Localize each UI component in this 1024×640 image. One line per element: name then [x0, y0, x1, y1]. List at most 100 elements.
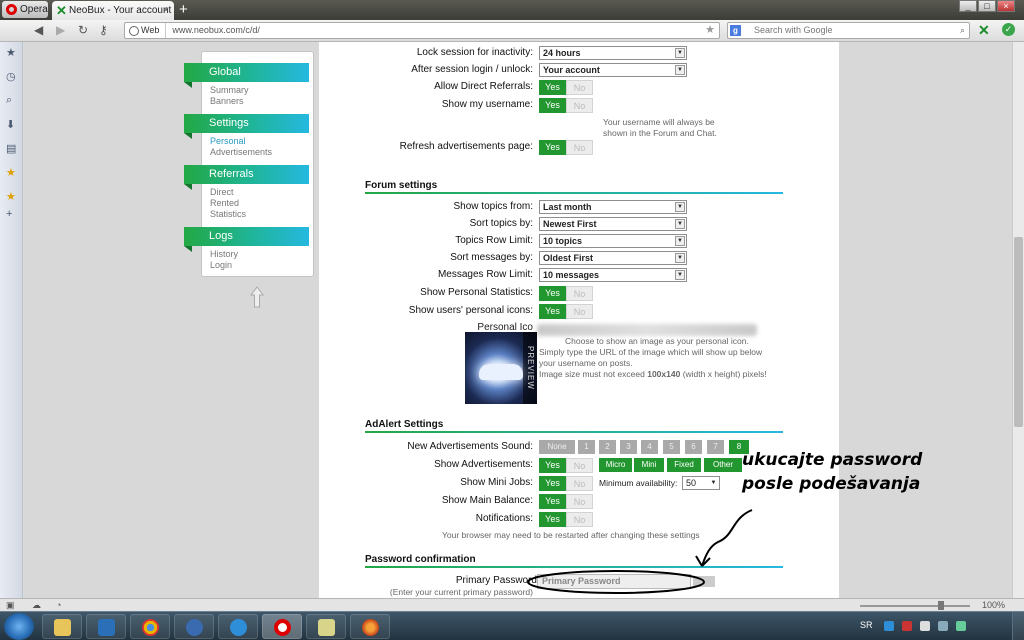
yes-option[interactable]: Yes: [539, 140, 566, 155]
menu-head-global[interactable]: Global: [184, 63, 309, 88]
menu-item-banners[interactable]: Banners: [210, 96, 244, 106]
web-badge[interactable]: Web: [125, 23, 167, 38]
history-clock-icon[interactable]: ◷: [6, 70, 16, 83]
sound-option-1[interactable]: 1: [578, 440, 595, 454]
zoom-slider[interactable]: [860, 605, 970, 607]
sound-option-none[interactable]: None: [539, 440, 575, 454]
bookmarks-star-icon[interactable]: ★: [6, 46, 16, 59]
url-text[interactable]: www.neobux.com/c/d/: [166, 25, 260, 35]
sound-option-5[interactable]: 5: [663, 440, 680, 454]
favorite-star-2-icon[interactable]: ★: [6, 190, 16, 203]
zoom-knob[interactable]: [938, 601, 944, 610]
check-extension-icon[interactable]: ✓: [1002, 23, 1015, 36]
taskbar-chrome[interactable]: [130, 614, 170, 639]
messages-limit-select[interactable]: 10 messages ▼: [539, 268, 687, 282]
tray-volume-icon[interactable]: [920, 621, 930, 631]
ad-type-fixed[interactable]: Fixed: [667, 458, 701, 472]
start-button[interactable]: [4, 613, 34, 640]
tray-flag-icon[interactable]: [938, 621, 948, 631]
lock-session-select[interactable]: 24 hours ▼: [539, 46, 687, 60]
taskbar-firefox-dev[interactable]: [174, 614, 214, 639]
back-icon[interactable]: ◀: [34, 23, 43, 37]
reload-icon[interactable]: ↻: [78, 23, 88, 37]
minimize-button[interactable]: _: [959, 0, 977, 12]
menu-item-advertisements[interactable]: Advertisements: [210, 147, 272, 157]
tab-neobux[interactable]: ✕ NeoBux - Your account ×: [52, 1, 174, 20]
scrollbar-thumb[interactable]: [1014, 237, 1023, 427]
close-window-button[interactable]: ×: [997, 0, 1015, 12]
forward-icon[interactable]: ▶: [56, 23, 65, 37]
no-option[interactable]: No: [566, 458, 593, 473]
menu-item-login[interactable]: Login: [210, 260, 232, 270]
yes-option[interactable]: Yes: [539, 304, 566, 319]
favorite-star-icon[interactable]: ★: [6, 166, 16, 179]
neobux-extension-icon[interactable]: ✕: [978, 22, 990, 39]
yes-option[interactable]: Yes: [539, 98, 566, 113]
show-ads-toggle[interactable]: Yes No: [539, 458, 595, 473]
scroll-up-arrow-icon[interactable]: [250, 286, 264, 308]
menu-head-logs[interactable]: Logs: [184, 227, 309, 252]
sound-option-6[interactable]: 6: [685, 440, 702, 454]
sound-option-4[interactable]: 4: [641, 440, 658, 454]
sound-option-2[interactable]: 2: [599, 440, 616, 454]
taskbar-ie[interactable]: [218, 614, 258, 639]
topics-from-select[interactable]: Last month ▼: [539, 200, 687, 214]
tray-opera-icon[interactable]: [902, 621, 912, 631]
language-indicator[interactable]: SR: [860, 620, 873, 630]
no-option[interactable]: No: [566, 98, 593, 113]
close-tab-icon[interactable]: ×: [163, 1, 169, 20]
panel-toggle-icon[interactable]: ▣: [6, 600, 15, 611]
tray-app-icon[interactable]: [956, 621, 966, 631]
no-option[interactable]: No: [566, 140, 593, 155]
taskbar-firefox[interactable]: [350, 614, 390, 639]
sound-option-7[interactable]: 7: [707, 440, 724, 454]
personal-icon-url-input[interactable]: [537, 324, 757, 336]
downloads-icon[interactable]: ⬇: [6, 118, 15, 131]
yes-option[interactable]: Yes: [539, 286, 566, 301]
yes-option[interactable]: Yes: [539, 80, 566, 95]
taskbar-notes[interactable]: [306, 614, 346, 639]
refresh-ads-toggle[interactable]: Yes No: [539, 140, 595, 155]
no-option[interactable]: No: [566, 286, 593, 301]
sort-topics-select[interactable]: Newest First ▼: [539, 217, 687, 231]
menu-head-referrals[interactable]: Referrals: [184, 165, 309, 190]
show-desktop-button[interactable]: [1012, 612, 1024, 640]
speed-icon[interactable]: ◔: [56, 600, 61, 610]
cloud-icon[interactable]: ☁: [32, 600, 41, 611]
taskbar-media-player[interactable]: [86, 614, 126, 639]
taskbar-opera[interactable]: [262, 614, 302, 639]
search-panel-icon[interactable]: ⌕: [6, 94, 12, 107]
ad-type-mini[interactable]: Mini: [634, 458, 664, 472]
sound-option-3[interactable]: 3: [620, 440, 637, 454]
personal-stats-toggle[interactable]: Yes No: [539, 286, 595, 301]
allow-referrals-toggle[interactable]: Yes No: [539, 80, 595, 95]
add-panel-icon[interactable]: +: [6, 208, 12, 220]
ad-type-micro[interactable]: Micro: [599, 458, 632, 472]
yes-option[interactable]: Yes: [539, 458, 566, 473]
no-option[interactable]: No: [566, 80, 593, 95]
opera-menu-button[interactable]: Opera: [2, 1, 48, 18]
show-username-toggle[interactable]: Yes No: [539, 98, 595, 113]
menu-item-history[interactable]: History: [210, 249, 238, 259]
topics-limit-select[interactable]: 10 topics ▼: [539, 234, 687, 248]
taskbar-explorer[interactable]: [42, 614, 82, 639]
menu-item-rented[interactable]: Rented: [210, 198, 239, 208]
address-field[interactable]: Web www.neobux.com/c/d/ ★: [124, 22, 720, 39]
menu-item-direct[interactable]: Direct: [210, 187, 234, 197]
search-icon[interactable]: ⌕: [960, 23, 965, 38]
bookmark-star-icon[interactable]: ★: [705, 23, 715, 38]
menu-item-summary[interactable]: Summary: [210, 85, 249, 95]
menu-item-personal[interactable]: Personal: [210, 136, 246, 146]
menu-head-settings[interactable]: Settings: [184, 114, 309, 139]
key-icon[interactable]: ⚷: [99, 23, 108, 37]
no-option[interactable]: No: [566, 304, 593, 319]
page-scrollbar[interactable]: [1012, 42, 1024, 598]
tray-network-icon[interactable]: [884, 621, 894, 631]
search-field[interactable]: g Search with Google ⌕: [727, 22, 970, 39]
notes-icon[interactable]: ▤: [6, 142, 16, 155]
menu-item-statistics[interactable]: Statistics: [210, 209, 246, 219]
users-icons-toggle[interactable]: Yes No: [539, 304, 595, 319]
sort-messages-select[interactable]: Oldest First ▼: [539, 251, 687, 265]
maximize-button[interactable]: □: [978, 0, 996, 12]
after-login-select[interactable]: Your account ▼: [539, 63, 687, 77]
